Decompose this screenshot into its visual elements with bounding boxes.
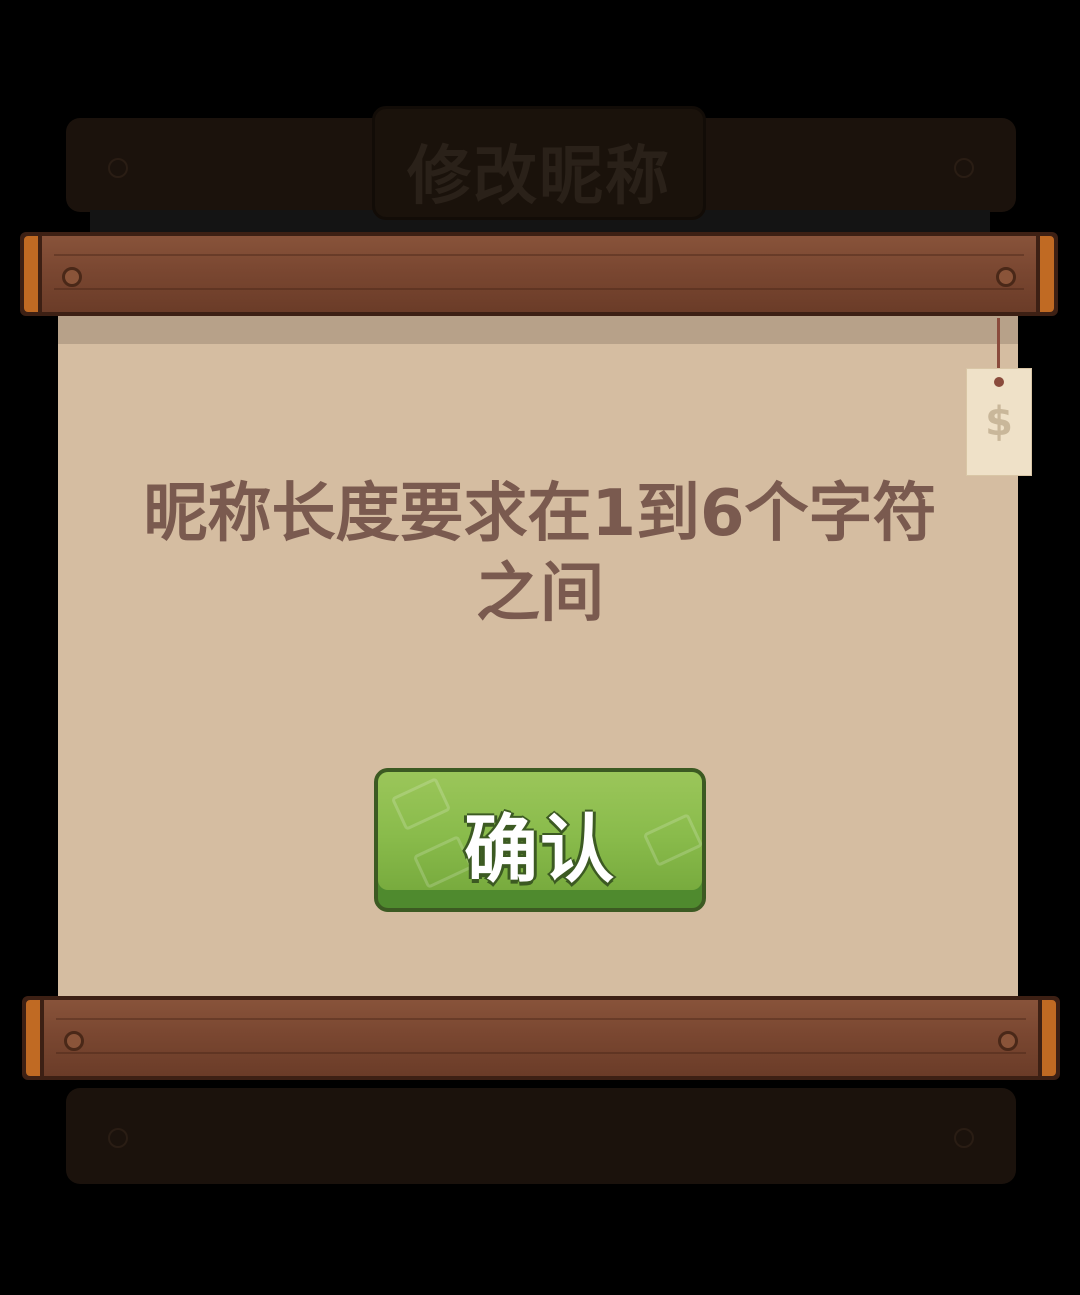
plank-end-cap <box>1036 232 1058 316</box>
background-dialog-title: 修改昵称 <box>407 140 671 214</box>
nail-icon <box>954 1128 974 1148</box>
nail-icon <box>954 158 974 178</box>
plank-end-cap <box>1038 996 1060 1080</box>
dialog-message: 昵称长度要求在1到6个字符之间 <box>143 477 937 631</box>
price-tag: $ <box>966 368 1032 476</box>
plank-end-cap <box>22 996 44 1080</box>
confirm-button-label: 确认 <box>464 807 616 890</box>
nail-icon <box>108 158 128 178</box>
wood-grain <box>56 1052 1026 1054</box>
nail-icon <box>108 1128 128 1148</box>
nail-icon <box>64 1031 84 1051</box>
nail-icon <box>996 267 1016 287</box>
paper-top-shadow <box>58 316 1018 344</box>
tag-hole <box>994 377 1004 387</box>
background-title-tab: 修改昵称 <box>372 106 706 220</box>
plank-end-cap <box>20 232 42 316</box>
confirm-button-face: 确认 <box>378 772 702 890</box>
dollar-icon: $ <box>985 399 1013 445</box>
dialog-top-plank <box>20 232 1058 316</box>
dialog-bottom-plank <box>22 996 1060 1080</box>
wood-grain <box>56 1018 1026 1020</box>
nail-icon <box>62 267 82 287</box>
background-bottom-plank <box>66 1088 1016 1184</box>
nail-icon <box>998 1031 1018 1051</box>
wood-grain <box>54 254 1024 256</box>
wood-grain <box>54 288 1024 290</box>
confirm-button[interactable]: 确认 <box>374 768 706 912</box>
